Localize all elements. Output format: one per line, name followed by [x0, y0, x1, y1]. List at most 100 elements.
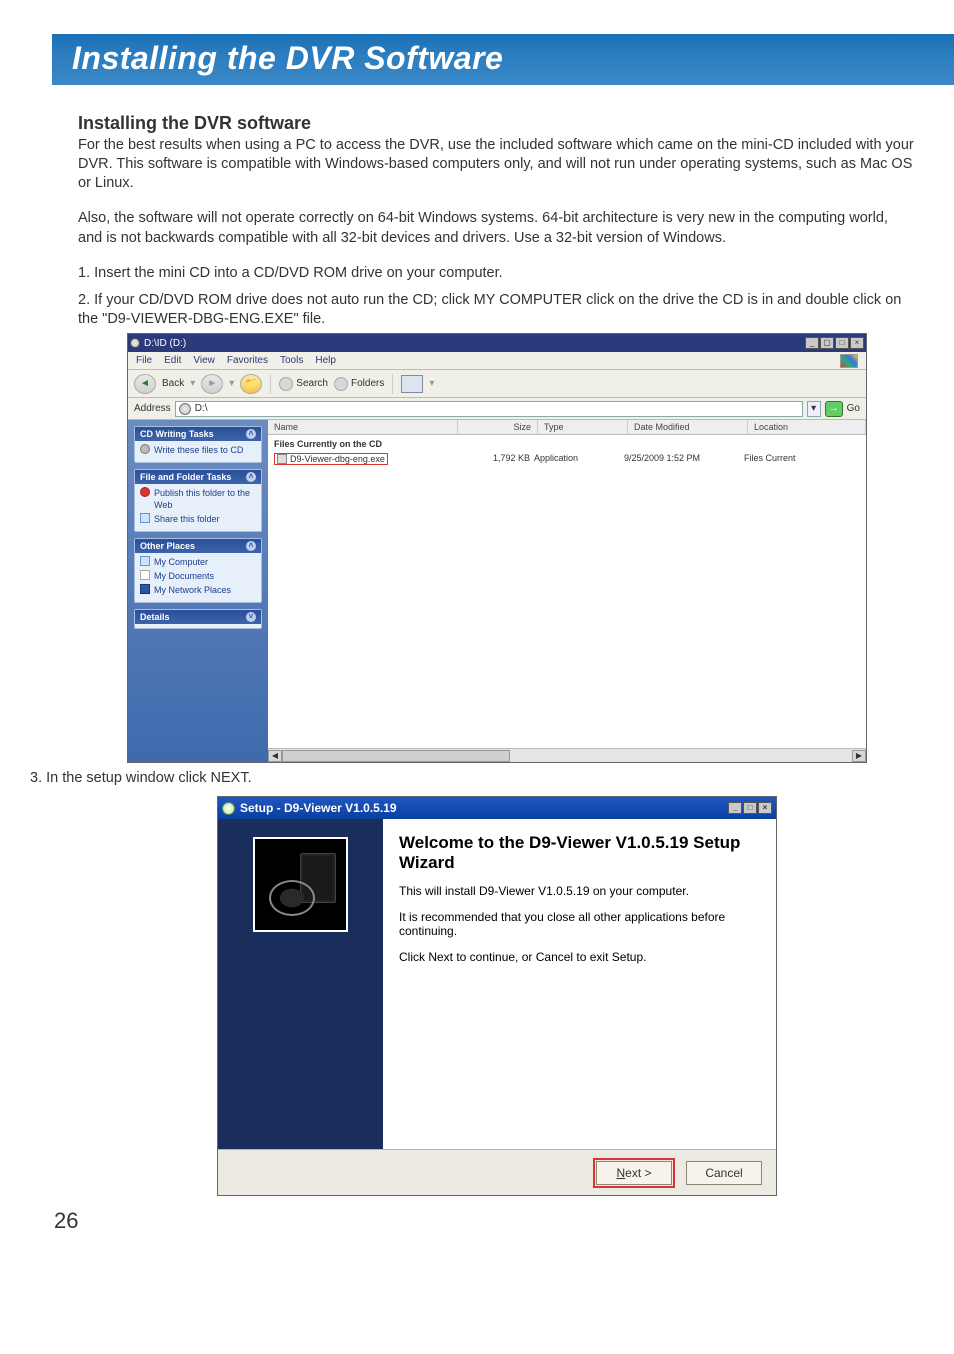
- network-icon: [140, 584, 150, 594]
- minimize-button[interactable]: _: [728, 802, 742, 814]
- scroll-right-icon[interactable]: ▶: [852, 750, 866, 762]
- address-value: D:\: [195, 403, 208, 414]
- folder-icon: [140, 513, 150, 523]
- back-button[interactable]: [134, 374, 156, 394]
- details-panel: Details ˅: [134, 609, 262, 629]
- setup-wizard-window: Setup - D9-Viewer V1.0.5.19 _ □ × Welcom…: [217, 796, 777, 1196]
- wizard-line-3: Click Next to continue, or Cancel to exi…: [399, 950, 760, 964]
- other-places-panel: Other Places ˄ My Computer My Documents M…: [134, 538, 262, 603]
- wizard-content: Welcome to the D9-Viewer V1.0.5.19 Setup…: [383, 819, 776, 1149]
- col-type[interactable]: Type: [538, 420, 628, 434]
- write-files-link[interactable]: Write these files to CD: [140, 444, 256, 456]
- my-network-link[interactable]: My Network Places: [140, 584, 256, 596]
- explorer-titlebar: D:\ID (D:) _ ▢ □ ×: [128, 334, 866, 352]
- close-button[interactable]: ×: [850, 337, 864, 349]
- file-row[interactable]: D9-Viewer-dbg-eng.exe 1,792 KB Applicati…: [274, 453, 860, 466]
- publish-folder-link[interactable]: Publish this folder to the Web: [140, 487, 256, 511]
- views-button[interactable]: [401, 375, 423, 393]
- menu-help[interactable]: Help: [315, 355, 336, 366]
- file-size: 1,792 KB: [454, 453, 534, 466]
- column-headers: Name Size Type Date Modified Location: [268, 420, 866, 435]
- cd-icon: [140, 444, 150, 454]
- file-folder-tasks-panel: File and Folder Tasks ˄ Publish this fold…: [134, 469, 262, 532]
- collapse-icon[interactable]: ˄: [246, 472, 256, 482]
- file-group-label: Files Currently on the CD: [274, 439, 860, 449]
- restore-button[interactable]: ▢: [820, 337, 834, 349]
- menu-tools[interactable]: Tools: [280, 355, 303, 366]
- file-modified: 9/25/2009 1:52 PM: [624, 453, 744, 466]
- wizard-line-2: It is recommended that you close all oth…: [399, 910, 760, 938]
- col-location[interactable]: Location: [748, 420, 866, 434]
- wizard-title-text: Setup - D9-Viewer V1.0.5.19: [240, 801, 397, 815]
- scroll-thumb[interactable]: [282, 750, 510, 762]
- details-title: Details: [140, 612, 170, 622]
- explorer-sidebar: CD Writing Tasks ˄ Write these files to C…: [128, 420, 268, 762]
- menu-favorites[interactable]: Favorites: [227, 355, 268, 366]
- globe-icon: [140, 487, 150, 497]
- search-button[interactable]: Search: [279, 377, 328, 391]
- step-2: 2. If your CD/DVD ROM drive does not aut…: [78, 291, 916, 329]
- cd-drive-icon: [130, 338, 140, 348]
- folders-button[interactable]: Folders: [334, 377, 384, 391]
- maximize-button[interactable]: □: [835, 337, 849, 349]
- address-dropdown[interactable]: ▾: [807, 401, 821, 417]
- cd-drive-icon: [179, 403, 191, 415]
- collapse-icon[interactable]: ˄: [246, 429, 256, 439]
- minimize-button[interactable]: _: [805, 337, 819, 349]
- address-field[interactable]: D:\: [175, 401, 803, 417]
- search-icon: [279, 377, 293, 391]
- scroll-left-icon[interactable]: ◀: [268, 750, 282, 762]
- collapse-icon[interactable]: ˄: [246, 541, 256, 551]
- forward-button[interactable]: [201, 374, 223, 394]
- wizard-line-1: This will install D9-Viewer V1.0.5.19 on…: [399, 884, 760, 898]
- wizard-sidebar-art: [218, 819, 383, 1149]
- close-button[interactable]: ×: [758, 802, 772, 814]
- step-1: 1. Insert the mini CD into a CD/DVD ROM …: [78, 264, 916, 283]
- other-places-title: Other Places: [140, 541, 195, 551]
- menu-file[interactable]: File: [136, 355, 152, 366]
- disc-computer-icon: [253, 837, 348, 932]
- file-type: Application: [534, 453, 624, 466]
- expand-icon[interactable]: ˅: [246, 612, 256, 622]
- intro-paragraph-2: Also, the software will not operate corr…: [78, 209, 916, 247]
- maximize-button[interactable]: □: [743, 802, 757, 814]
- col-size[interactable]: Size: [458, 420, 538, 434]
- explorer-file-pane: Name Size Type Date Modified Location Fi…: [268, 420, 866, 762]
- go-label: Go: [847, 403, 860, 414]
- documents-icon: [140, 570, 150, 580]
- page-banner: Installing the DVR Software: [52, 34, 954, 85]
- folders-icon: [334, 377, 348, 391]
- menu-view[interactable]: View: [193, 355, 215, 366]
- explorer-addressbar: Address D:\ ▾ → Go: [128, 398, 866, 420]
- wizard-heading: Welcome to the D9-Viewer V1.0.5.19 Setup…: [399, 833, 760, 872]
- explorer-window: D:\ID (D:) _ ▢ □ × File Edit View Favori…: [127, 333, 867, 763]
- file-location: Files Current: [744, 453, 860, 466]
- windows-flag-icon: [840, 354, 858, 368]
- file-name: D9-Viewer-dbg-eng.exe: [290, 454, 385, 464]
- next-button[interactable]: Next >: [596, 1161, 672, 1185]
- back-label: Back: [162, 378, 184, 389]
- menu-edit[interactable]: Edit: [164, 355, 181, 366]
- horizontal-scrollbar[interactable]: ◀ ▶: [268, 748, 866, 762]
- share-folder-link[interactable]: Share this folder: [140, 513, 256, 525]
- explorer-toolbar: Back ▾ ▾ Search Folders ▾: [128, 370, 866, 398]
- my-documents-link[interactable]: My Documents: [140, 570, 256, 582]
- step-3: 3. In the setup window click NEXT.: [30, 769, 916, 788]
- cd-writing-title: CD Writing Tasks: [140, 429, 214, 439]
- up-button[interactable]: [240, 374, 262, 394]
- setup-icon: [222, 802, 235, 815]
- cancel-button[interactable]: Cancel: [686, 1161, 762, 1185]
- wizard-titlebar: Setup - D9-Viewer V1.0.5.19 _ □ ×: [218, 797, 776, 819]
- intro-paragraph-1: For the best results when using a PC to …: [78, 136, 916, 193]
- my-computer-link[interactable]: My Computer: [140, 556, 256, 568]
- col-name[interactable]: Name: [268, 420, 458, 434]
- wizard-footer: Next > Cancel: [218, 1149, 776, 1195]
- file-folder-title: File and Folder Tasks: [140, 472, 231, 482]
- explorer-title-text: D:\ID (D:): [144, 338, 186, 349]
- exe-icon: [277, 454, 287, 464]
- cd-writing-tasks-panel: CD Writing Tasks ˄ Write these files to C…: [134, 426, 262, 463]
- go-button[interactable]: →: [825, 401, 843, 417]
- col-modified[interactable]: Date Modified: [628, 420, 748, 434]
- address-label: Address: [134, 403, 171, 414]
- page-number: 26: [54, 1208, 954, 1234]
